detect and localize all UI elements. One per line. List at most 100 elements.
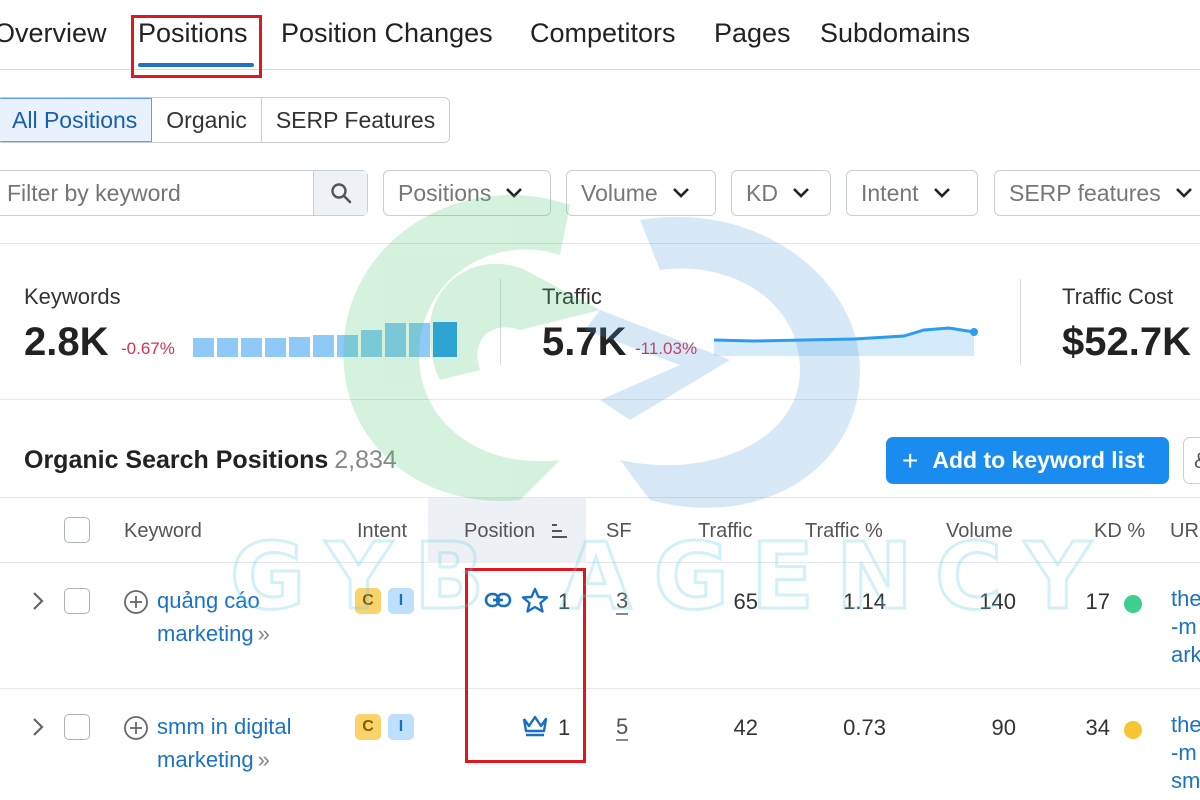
col-sf[interactable]: SF bbox=[606, 520, 632, 543]
sf-count-link[interactable]: 5 bbox=[616, 715, 629, 741]
keyword-filter-input[interactable] bbox=[0, 171, 313, 215]
search-button[interactable] bbox=[313, 171, 367, 215]
table-header: Keyword Intent Position SF Traffic Traff… bbox=[0, 497, 1200, 563]
metric-divider bbox=[500, 279, 501, 365]
kd-difficulty-dot bbox=[1124, 595, 1142, 613]
intent-dropdown[interactable]: Intent bbox=[846, 170, 978, 216]
intent-commercial-badge: C bbox=[355, 588, 381, 614]
serp-features-dropdown[interactable]: SERP features bbox=[994, 170, 1200, 216]
keywords-label: Keywords bbox=[24, 284, 121, 309]
double-chevron-icon[interactable]: » bbox=[258, 621, 270, 646]
section-title: Organic Search Positions 2,834 bbox=[24, 446, 397, 475]
expand-chevron-icon[interactable] bbox=[30, 590, 46, 612]
url-line: sm bbox=[1171, 768, 1200, 793]
keyword-filter bbox=[0, 170, 368, 216]
kd-value: 34 bbox=[1085, 715, 1110, 740]
segment-serp-features[interactable]: SERP Features bbox=[261, 98, 450, 142]
kd-value: 17 bbox=[1085, 589, 1110, 614]
tab-subdomains[interactable]: Subdomains bbox=[820, 18, 970, 49]
traffic-cost-value: $52.7K bbox=[1062, 320, 1191, 364]
sf-count-link[interactable]: 3 bbox=[616, 589, 629, 615]
segment-organic[interactable]: Organic bbox=[152, 98, 262, 142]
kd-dropdown[interactable]: KD bbox=[731, 170, 831, 216]
table-row: smm in digital marketing» C I 1 5 42 0.73… bbox=[0, 689, 1200, 800]
traffic-percent-value: 0.73 bbox=[843, 715, 886, 740]
chevron-down-icon bbox=[793, 188, 809, 198]
intent-dropdown-label: Intent bbox=[861, 179, 919, 206]
search-icon bbox=[330, 183, 351, 204]
traffic-label: Traffic bbox=[542, 284, 602, 309]
col-keyword[interactable]: Keyword bbox=[124, 520, 202, 543]
tab-position-changes[interactable]: Position Changes bbox=[281, 18, 493, 49]
url-link[interactable]: the -m sm bbox=[1171, 711, 1200, 795]
chevron-down-icon bbox=[933, 188, 950, 198]
traffic-cost-label: Traffic Cost bbox=[1062, 284, 1174, 309]
highlight-box-position-column bbox=[465, 568, 586, 763]
traffic-percent-value: 1.14 bbox=[843, 589, 886, 614]
url-line: the bbox=[1171, 712, 1200, 737]
volume-dropdown[interactable]: Volume bbox=[566, 170, 716, 216]
col-position[interactable]: Position bbox=[464, 520, 535, 543]
chevron-down-icon bbox=[672, 188, 689, 198]
keywords-delta: -0.67% bbox=[121, 339, 175, 358]
table-row: quảng cáo marketing» C I 1 3 65 1.14 140 … bbox=[0, 563, 1200, 689]
url-line: -m bbox=[1171, 614, 1197, 639]
traffic-value: 5.7K bbox=[542, 320, 627, 364]
keyword-text-line1: smm in digital bbox=[157, 714, 292, 739]
summary-metrics: Keywords 2.8K -0.67% Traffic 5.7K -11.03… bbox=[0, 243, 1200, 400]
kd-dropdown-label: KD bbox=[746, 179, 778, 206]
serp-features-dropdown-label: SERP features bbox=[1009, 179, 1161, 206]
url-link[interactable]: the -m ark bbox=[1171, 585, 1200, 669]
col-kd-percent[interactable]: KD % bbox=[1094, 520, 1145, 543]
url-line: ark bbox=[1171, 642, 1200, 667]
volume-value: 90 bbox=[991, 715, 1016, 740]
traffic-delta: -11.03% bbox=[635, 339, 698, 358]
sort-icon[interactable] bbox=[549, 521, 569, 541]
positions-dropdown[interactable]: Positions bbox=[383, 170, 551, 216]
row-checkbox[interactable] bbox=[64, 714, 90, 740]
keyword-link[interactable]: quảng cáo marketing» bbox=[157, 584, 270, 650]
intent-informational-badge: I bbox=[388, 588, 414, 614]
kd-difficulty-dot bbox=[1124, 721, 1142, 739]
keywords-trend-sparkline bbox=[193, 322, 457, 357]
section-title-text: Organic Search Positions bbox=[24, 446, 329, 474]
positions-dropdown-label: Positions bbox=[398, 179, 492, 206]
chevron-down-icon bbox=[1175, 188, 1192, 198]
url-line: -m bbox=[1171, 740, 1197, 765]
chevron-down-icon bbox=[506, 188, 523, 198]
intent-informational-badge: I bbox=[388, 714, 414, 740]
volume-value: 140 bbox=[979, 589, 1016, 614]
col-traffic[interactable]: Traffic bbox=[698, 520, 752, 543]
traffic-value: 42 bbox=[733, 715, 758, 740]
double-chevron-icon[interactable]: » bbox=[258, 747, 270, 772]
intent-commercial-badge: C bbox=[355, 714, 381, 740]
col-traffic-percent[interactable]: Traffic % bbox=[805, 520, 883, 543]
traffic-trend-sparkline bbox=[714, 326, 978, 356]
tab-pages[interactable]: Pages bbox=[714, 18, 791, 49]
select-all-checkbox[interactable] bbox=[64, 517, 90, 543]
keyword-text-line2: marketing bbox=[157, 621, 254, 646]
col-intent[interactable]: Intent bbox=[357, 520, 407, 543]
col-url[interactable]: URL bbox=[1170, 520, 1200, 543]
add-keyword-icon[interactable] bbox=[123, 715, 149, 741]
result-count: 2,834 bbox=[334, 446, 397, 474]
row-checkbox[interactable] bbox=[64, 588, 90, 614]
plus-icon: + bbox=[902, 444, 919, 476]
keyword-text-line1: quảng cáo bbox=[157, 588, 260, 613]
volume-dropdown-label: Volume bbox=[581, 179, 658, 206]
add-to-keyword-list-button[interactable]: + Add to keyword list bbox=[886, 437, 1169, 484]
keywords-value: 2.8K bbox=[24, 320, 109, 364]
tab-competitors[interactable]: Competitors bbox=[530, 18, 676, 49]
segment-all-positions[interactable]: All Positions bbox=[0, 98, 153, 142]
more-actions-button[interactable]: & bbox=[1183, 437, 1200, 484]
url-line: the bbox=[1171, 586, 1200, 611]
tab-overview[interactable]: Overview bbox=[0, 18, 107, 49]
add-to-keyword-list-label: Add to keyword list bbox=[932, 447, 1145, 473]
add-keyword-icon[interactable] bbox=[123, 589, 149, 615]
keyword-link[interactable]: smm in digital marketing» bbox=[157, 710, 291, 776]
position-type-segmented-control: All Positions Organic SERP Features bbox=[0, 97, 451, 143]
metric-divider bbox=[1020, 279, 1021, 365]
col-volume[interactable]: Volume bbox=[946, 520, 1013, 543]
expand-chevron-icon[interactable] bbox=[30, 716, 46, 738]
keyword-text-line2: marketing bbox=[157, 747, 254, 772]
